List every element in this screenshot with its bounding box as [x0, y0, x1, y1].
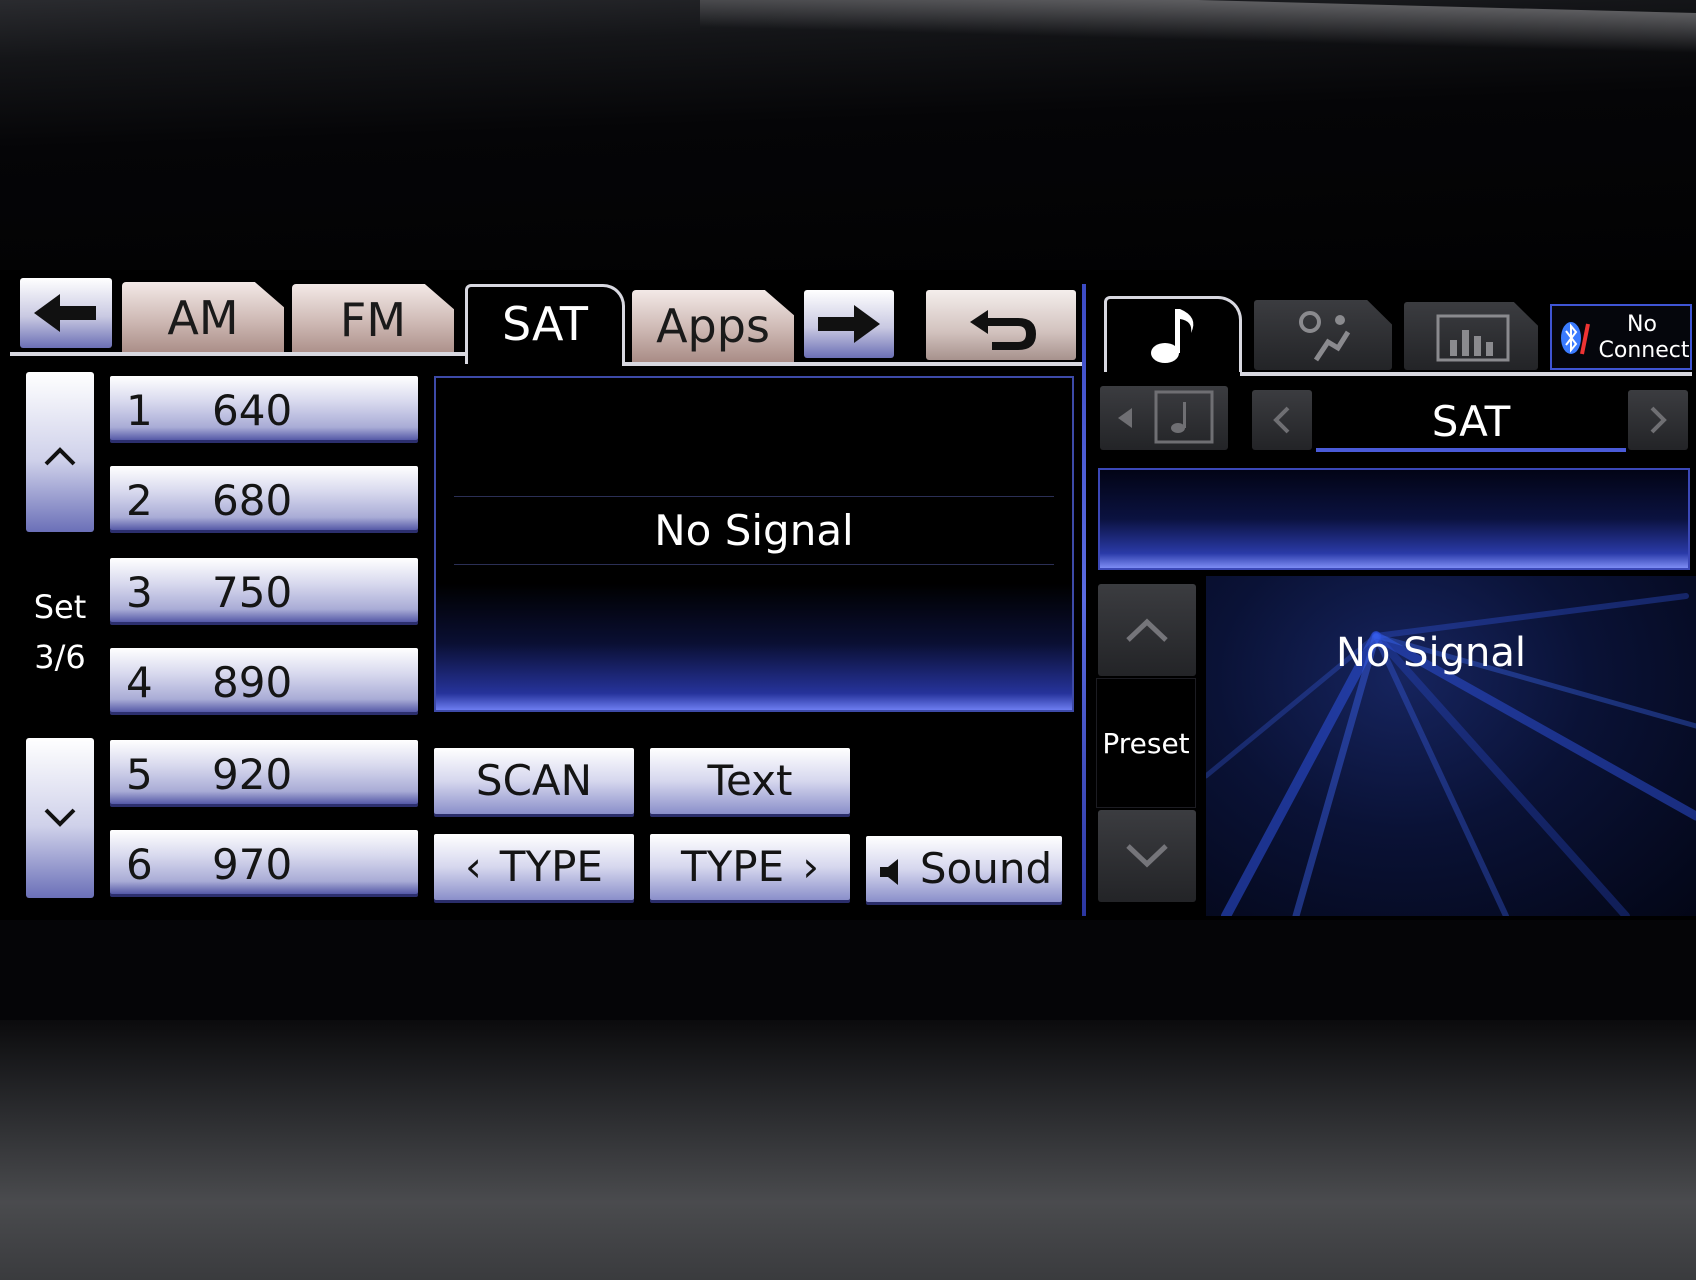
speaker-icon	[876, 855, 910, 889]
preset-button-6[interactable]: 6 970	[110, 830, 418, 894]
song-info-strip	[1098, 468, 1690, 570]
source-label: SAT	[1316, 390, 1626, 452]
tab-climate[interactable]	[1254, 300, 1392, 370]
right-arrow-icon	[818, 305, 880, 343]
left-arrow-icon	[34, 294, 96, 332]
chevron-left-icon	[1273, 406, 1290, 434]
dashboard-bezel-top	[0, 0, 1696, 270]
light-rays	[1206, 593, 1696, 916]
chevron-left-icon: ‹	[465, 842, 482, 891]
preset-button-1[interactable]: 1 640	[110, 376, 418, 440]
artwork-panel: No Signal	[1206, 576, 1696, 916]
chevron-up-icon	[1126, 618, 1168, 642]
music-note-icon	[1151, 309, 1194, 363]
preset-set-down-button[interactable]	[26, 738, 94, 898]
source-prev-button[interactable]	[1252, 390, 1312, 450]
back-button[interactable]	[20, 278, 112, 348]
preset-button-2[interactable]: 2 680	[110, 466, 418, 530]
preset-button-5[interactable]: 5 920	[110, 740, 418, 804]
signal-status: No Signal	[654, 506, 854, 555]
bluetooth-status[interactable]: No Connect	[1550, 304, 1692, 370]
bar-graph-icon	[1436, 314, 1510, 362]
media-note-icon	[1118, 390, 1214, 444]
tab-fm[interactable]: FM	[292, 284, 454, 356]
chevron-right-icon	[1650, 406, 1667, 434]
chevron-up-icon	[44, 447, 76, 466]
tab-apps[interactable]: Apps	[632, 290, 794, 362]
return-button[interactable]	[926, 290, 1076, 360]
artwork-signal-status: No Signal	[1336, 630, 1526, 676]
forward-button[interactable]	[804, 290, 894, 358]
scan-button[interactable]: SCAN	[434, 748, 634, 814]
tab-underline-right	[622, 362, 1082, 366]
preset-button-3[interactable]: 3 750	[110, 558, 418, 622]
tab-underline-left	[10, 352, 466, 356]
dashboard-bezel-bottom	[0, 1020, 1696, 1280]
preset-set-label: Set	[33, 588, 87, 626]
chevron-down-icon	[44, 808, 76, 827]
divider	[454, 564, 1054, 565]
preset-set-up-button[interactable]	[26, 372, 94, 532]
preset-set-page: 3/6	[34, 638, 86, 676]
tab-am[interactable]: AM	[122, 282, 284, 354]
chevron-right-icon: ›	[802, 842, 819, 891]
preset-button-4[interactable]: 4 890	[110, 648, 418, 712]
source-next-button[interactable]	[1628, 390, 1688, 450]
sound-button[interactable]: Sound	[866, 836, 1062, 902]
preset-label: Preset	[1096, 678, 1196, 808]
preset-down-button[interactable]	[1098, 810, 1196, 902]
type-prev-button[interactable]: ‹ TYPE	[434, 834, 634, 900]
text-button[interactable]: Text	[650, 748, 850, 814]
station-info-panel: No Signal	[434, 376, 1074, 712]
tab-energy[interactable]	[1404, 302, 1538, 370]
tab-sat[interactable]: SAT	[465, 284, 625, 364]
bluetooth-icon	[1561, 322, 1590, 355]
type-next-button[interactable]: TYPE ›	[650, 834, 850, 900]
pane-divider	[1082, 284, 1086, 916]
preset-up-button[interactable]	[1098, 584, 1196, 676]
source-media-button[interactable]	[1100, 386, 1228, 450]
tab-underline-right-pane	[1240, 372, 1692, 376]
climate-fan-icon	[1299, 311, 1351, 362]
divider	[454, 496, 1054, 497]
return-icon	[970, 310, 1036, 350]
tab-audio[interactable]	[1104, 296, 1242, 372]
chevron-down-icon	[1126, 844, 1168, 868]
